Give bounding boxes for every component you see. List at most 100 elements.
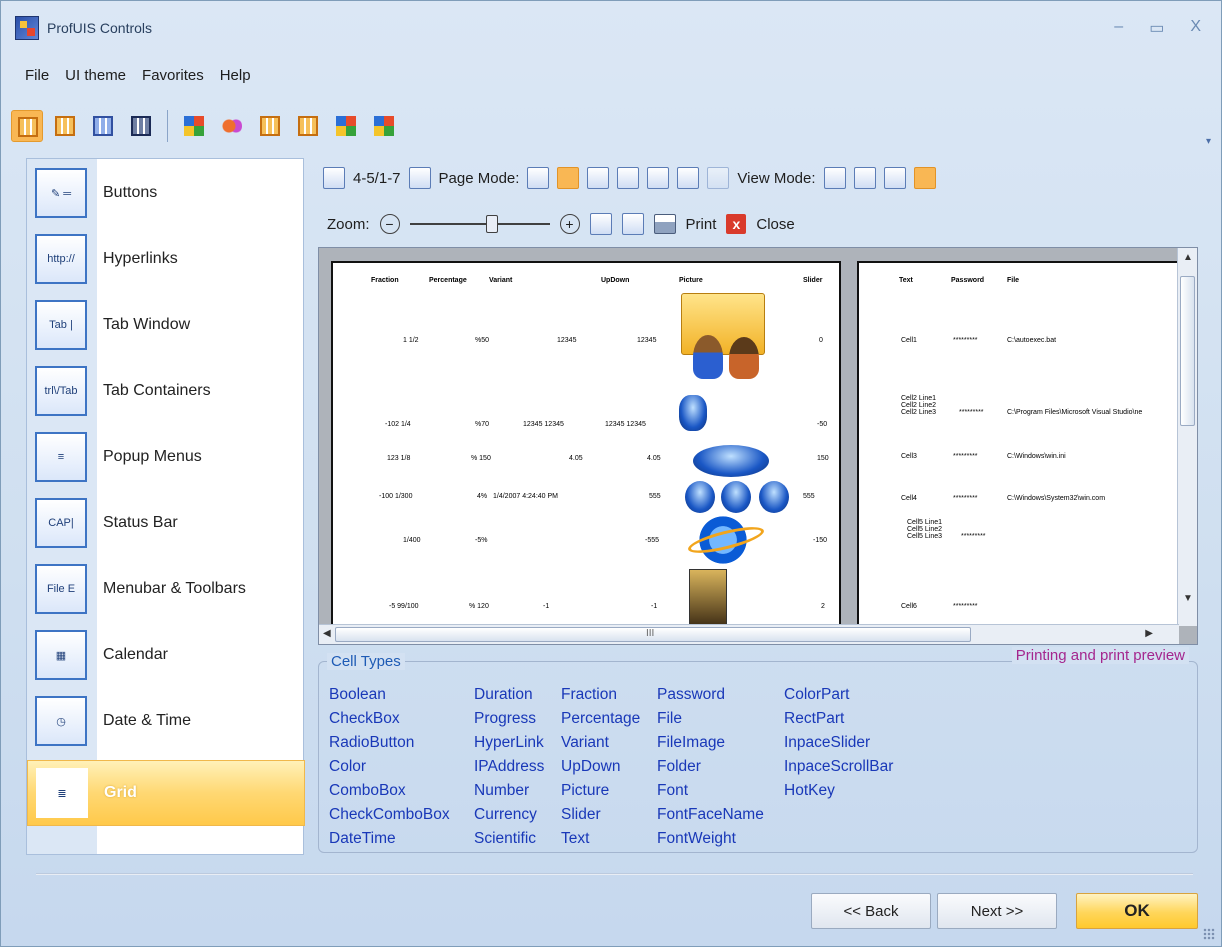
grid-theme-icon-1[interactable] — [11, 110, 43, 142]
cell-type-link[interactable]: ComboBox — [329, 780, 450, 802]
cell-type-link[interactable]: CheckComboBox — [329, 804, 450, 826]
cell-type-link[interactable]: Scientific — [474, 828, 544, 850]
cell-type-link[interactable]: FileImage — [657, 732, 764, 754]
page-mode-three-icon[interactable] — [587, 167, 610, 189]
cell-type-link[interactable]: Variant — [561, 732, 640, 754]
grid-theme-icon-3[interactable] — [87, 110, 119, 142]
menu-file[interactable]: File — [25, 67, 49, 84]
cell-type-link[interactable]: InpaceScrollBar — [784, 756, 893, 778]
sidebar-item-date-time[interactable]: ◷ Date & Time — [27, 688, 305, 754]
windows-xp-icon[interactable] — [178, 110, 210, 142]
cell-type-link[interactable]: InpaceSlider — [784, 732, 893, 754]
back-button[interactable]: << Back — [811, 893, 931, 929]
page-mode-grid6-icon[interactable] — [677, 167, 700, 189]
zoom-slider[interactable] — [409, 214, 550, 234]
scroll-right-arrow-icon[interactable]: ▶ — [1145, 628, 1153, 639]
title-bar[interactable]: ProfUIS Controls – ▭ X — [1, 1, 1221, 55]
cell-type-link[interactable]: FontWeight — [657, 828, 764, 850]
toolbar-overflow-chevron-icon[interactable]: ▾ — [1206, 136, 1211, 147]
cell-type-link[interactable]: ColorPart — [784, 684, 893, 706]
scroll-left-arrow-icon[interactable]: ◀ — [323, 628, 331, 639]
zoom-out-button[interactable]: − — [379, 214, 400, 234]
print-preview-area[interactable]: Fraction Percentage Variant UpDown Pictu… — [318, 247, 1198, 645]
cell-type-link[interactable]: Fraction — [561, 684, 640, 706]
page-mode-grid4-icon[interactable] — [647, 167, 670, 189]
scroll-up-arrow-icon[interactable]: ▲ — [1183, 252, 1193, 263]
close-window-button[interactable]: X — [1190, 18, 1201, 38]
cell-type-link[interactable]: CheckBox — [329, 708, 450, 730]
zoom-label: Zoom: — [327, 215, 370, 233]
zoom-slider-thumb[interactable] — [486, 215, 499, 233]
fit-height-icon[interactable] — [853, 167, 876, 189]
printer-icon[interactable] — [653, 214, 676, 234]
horizontal-scroll-thumb[interactable]: III — [335, 627, 971, 642]
book-view-icon[interactable] — [621, 213, 644, 235]
ok-button[interactable]: OK — [1076, 893, 1198, 929]
vertical-scrollbar[interactable]: ▲ ▼ — [1177, 248, 1197, 626]
cell-type-link[interactable]: DateTime — [329, 828, 450, 850]
next-page-icon[interactable] — [408, 167, 431, 189]
page-mode-one-icon[interactable] — [527, 167, 550, 189]
cell-type-link[interactable]: Duration — [474, 684, 544, 706]
cell-type-link[interactable]: Number — [474, 780, 544, 802]
page-mode-two-icon[interactable] — [557, 167, 580, 189]
previous-page-icon[interactable] — [323, 167, 345, 189]
cell-type-link[interactable]: RadioButton — [329, 732, 450, 754]
print-button[interactable]: Print — [686, 216, 717, 233]
horizontal-scrollbar[interactable]: ◀ III ▶ — [319, 624, 1179, 644]
sidebar-item-menubar-toolbars[interactable]: File E Menubar & Toolbars — [27, 556, 305, 622]
chain-link-icon[interactable] — [216, 110, 248, 142]
cell-type-link[interactable]: IPAddress — [474, 756, 544, 778]
cell-type-link[interactable]: Password — [657, 684, 764, 706]
sidebar-item-grid[interactable]: ≣ Grid — [27, 760, 305, 826]
menu-ui-theme[interactable]: UI theme — [65, 67, 126, 84]
sidebar-item-calendar[interactable]: ▦ Calendar — [27, 622, 305, 688]
sidebar-item-buttons[interactable]: ✎ ═ Buttons — [27, 160, 305, 226]
cell-type-link[interactable]: Currency — [474, 804, 544, 826]
cell-type-link[interactable]: HyperLink — [474, 732, 544, 754]
cell-type-link[interactable]: Percentage — [561, 708, 640, 730]
cell-type-link[interactable]: Slider — [561, 804, 640, 826]
cell-type-link[interactable]: Folder — [657, 756, 764, 778]
menu-help[interactable]: Help — [220, 67, 251, 84]
single-page-icon[interactable] — [589, 213, 612, 235]
zoom-in-button[interactable]: + — [559, 214, 580, 234]
grid-theme-icon-6[interactable] — [292, 110, 324, 142]
close-preview-icon[interactable]: x — [726, 214, 747, 234]
cell-type-link[interactable]: Progress — [474, 708, 544, 730]
cell-type-link[interactable]: FontFaceName — [657, 804, 764, 826]
vertical-scroll-thumb[interactable] — [1180, 276, 1195, 426]
office-icon[interactable] — [330, 110, 362, 142]
sidebar-item-tab-containers[interactable]: trl\/Tab Tab Containers — [27, 358, 305, 424]
minimize-button[interactable]: – — [1114, 18, 1123, 38]
cell-type-link[interactable]: HotKey — [784, 780, 893, 802]
menu-favorites[interactable]: Favorites — [142, 67, 204, 84]
grid-theme-icon-4[interactable] — [125, 110, 157, 142]
cell-type-link[interactable]: Color — [329, 756, 450, 778]
cell-type-link[interactable]: Font — [657, 780, 764, 802]
cell-type-link[interactable]: File — [657, 708, 764, 730]
fit-width-icon[interactable] — [823, 167, 846, 189]
cell-type-link[interactable]: Text — [561, 828, 640, 850]
sidebar-item-tab-window[interactable]: Tab | Tab Window — [27, 292, 305, 358]
fit-page-icon[interactable] — [883, 167, 906, 189]
maximize-button[interactable]: ▭ — [1149, 18, 1164, 38]
grid-theme-icon-5[interactable] — [254, 110, 286, 142]
page-mode-four-icon[interactable] — [617, 167, 640, 189]
sidebar-item-status-bar[interactable]: CAP| Status Bar — [27, 490, 305, 556]
close-preview-button[interactable]: Close — [756, 216, 794, 233]
grid-theme-icon-2[interactable] — [49, 110, 81, 142]
grid-icon: ≣ — [36, 768, 88, 818]
scroll-down-arrow-icon[interactable]: ▼ — [1183, 593, 1193, 604]
windows-flag-icon[interactable] — [368, 110, 400, 142]
resize-grip-icon[interactable] — [1203, 928, 1215, 940]
page-mode-grid9-icon[interactable] — [707, 167, 730, 189]
next-button[interactable]: Next >> — [937, 893, 1057, 929]
sidebar-item-popup-menus[interactable]: ≡ Popup Menus — [27, 424, 305, 490]
zoom-view-icon[interactable] — [913, 167, 936, 189]
cell-type-link[interactable]: Picture — [561, 780, 640, 802]
cell-type-link[interactable]: Boolean — [329, 684, 450, 706]
cell-type-link[interactable]: UpDown — [561, 756, 640, 778]
sidebar-item-hyperlinks[interactable]: http:// Hyperlinks — [27, 226, 305, 292]
cell-type-link[interactable]: RectPart — [784, 708, 893, 730]
